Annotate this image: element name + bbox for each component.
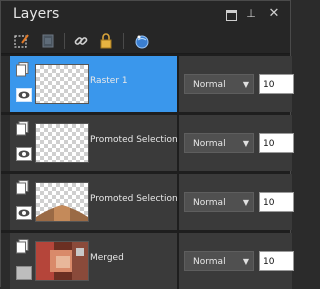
layer-type-icon: [16, 121, 29, 136]
chevron-down-icon: ▼: [242, 139, 249, 148]
pin-icon[interactable]: ⊥: [245, 8, 257, 20]
panel-titlebar: Layers ⊥ ✕: [1, 1, 290, 29]
blend-mode-select[interactable]: Normal ▼: [184, 251, 254, 271]
opacity-field[interactable]: 10: [259, 74, 294, 94]
opacity-field[interactable]: 10: [259, 192, 294, 212]
opacity-field[interactable]: 10: [259, 133, 294, 153]
layer-name[interactable]: Raster 1: [90, 76, 128, 86]
layer-name[interactable]: Promoted Selection 1: [90, 135, 186, 145]
visibility-eye-icon[interactable]: [16, 147, 32, 161]
visibility-eye-icon[interactable]: [16, 206, 32, 220]
layer-row-merged[interactable]: Merged Normal ▼ 10: [1, 233, 294, 289]
visibility-eye-icon[interactable]: [16, 88, 32, 102]
layers-panel: Layers ⊥ ✕ Raster 1 Normal ▼ 10 Promoted…: [0, 0, 294, 289]
blend-mode-select[interactable]: Normal ▼: [184, 133, 254, 153]
layers-toolbar: [1, 29, 290, 54]
blend-mode-select[interactable]: Normal ▼: [184, 192, 254, 212]
layer-name[interactable]: Merged: [90, 253, 124, 263]
visibility-toggle[interactable]: [16, 266, 32, 280]
chevron-down-icon: ▼: [242, 257, 249, 266]
layer-thumbnail: [35, 182, 89, 222]
layer-row-main[interactable]: Promoted Selection 1: [10, 115, 186, 171]
layer-row-main[interactable]: Promoted Selection: [10, 174, 178, 230]
restore-icon[interactable]: [226, 10, 237, 21]
layer-thumbnail: [35, 64, 89, 104]
toolbar-divider: [64, 33, 65, 49]
close-icon[interactable]: ✕: [268, 7, 280, 20]
blend-mode-select[interactable]: Normal ▼: [184, 74, 254, 94]
layer-row-promoted-selection-1[interactable]: Promoted Selection 1 Normal ▼ 10: [1, 115, 294, 171]
layer-row-raster-1[interactable]: Raster 1 Normal ▼ 10: [1, 56, 294, 112]
chevron-down-icon: ▼: [242, 198, 249, 207]
mask-select-icon[interactable]: [13, 32, 31, 50]
layers-list: Raster 1 Normal ▼ 10 Promoted Selection …: [1, 54, 294, 289]
layer-type-icon: [16, 239, 29, 254]
layer-type-icon: [16, 62, 29, 77]
layer-thumbnail: [35, 123, 89, 163]
globe-icon[interactable]: [133, 32, 151, 50]
layer-row-promoted-selection[interactable]: Promoted Selection Normal ▼ 10: [1, 174, 294, 230]
lock-icon[interactable]: [97, 32, 115, 50]
chevron-down-icon: ▼: [242, 80, 249, 89]
opacity-field[interactable]: 10: [259, 251, 294, 271]
layer-name[interactable]: Promoted Selection: [90, 194, 178, 204]
layer-thumbnail: [35, 241, 89, 281]
panel-title: Layers: [13, 6, 60, 22]
layer-type-icon: [16, 180, 29, 195]
link-icon[interactable]: [72, 32, 90, 50]
layer-row-main[interactable]: Raster 1: [10, 56, 177, 112]
toolbar-divider: [123, 33, 124, 49]
layer-props-icon[interactable]: [39, 32, 57, 50]
layer-row-main[interactable]: Merged: [10, 233, 177, 289]
